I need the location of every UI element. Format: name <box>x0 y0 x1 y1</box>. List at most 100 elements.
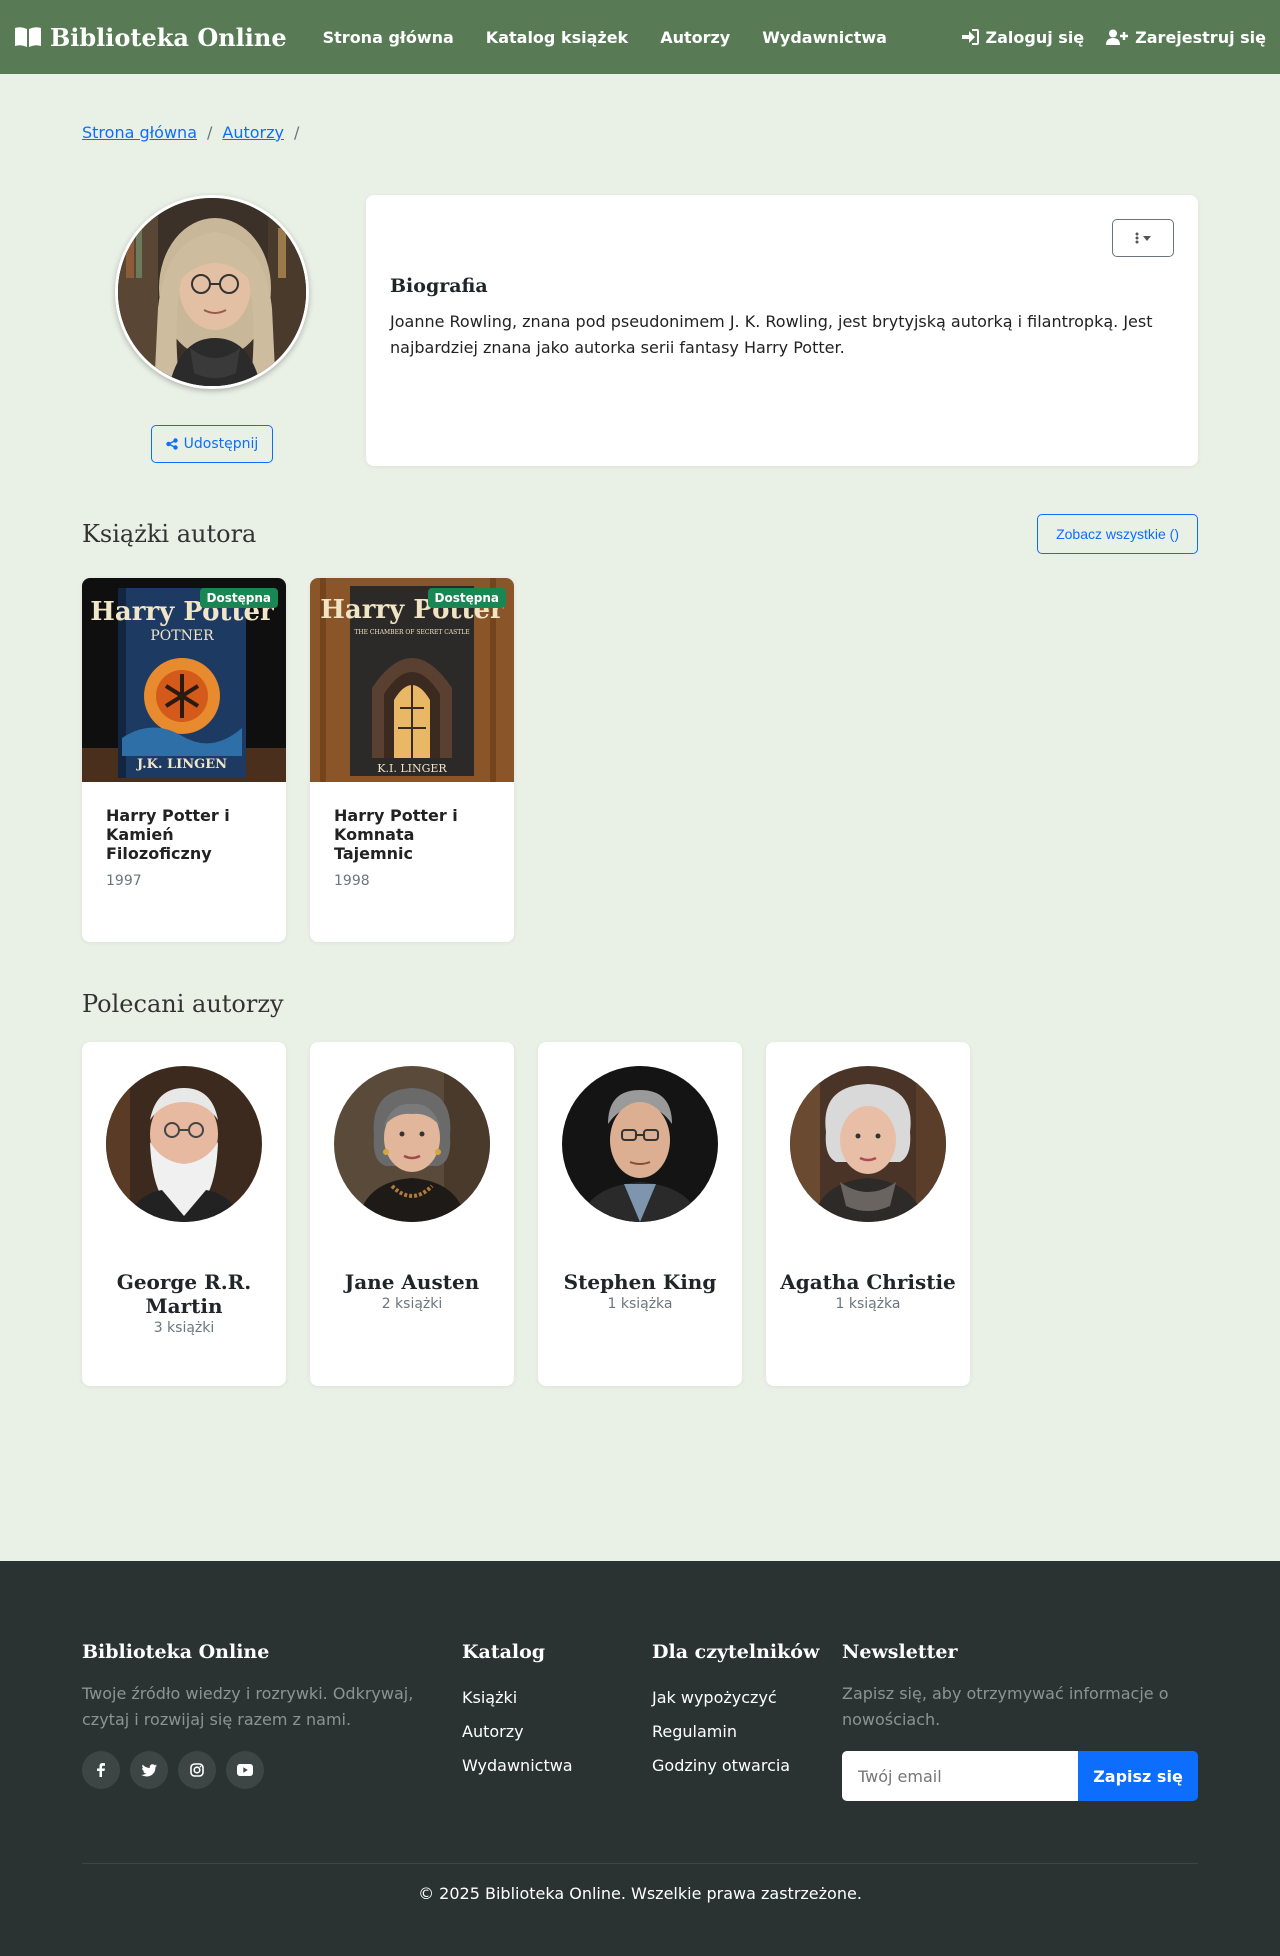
biography-text: Joanne Rowling, znana pod pseudonimem J.… <box>390 312 1153 357</box>
footer-link-opening-hours[interactable]: Godziny otwarcia <box>652 1749 842 1783</box>
nav-publishers[interactable]: Wydawnictwa <box>746 28 903 47</box>
book-year: 1998 <box>334 873 370 889</box>
footer-brand: Biblioteka Online <box>82 1641 270 1663</box>
book-open-icon <box>15 27 41 47</box>
nav-authors[interactable]: Autorzy <box>644 28 746 47</box>
author-name: Agatha Christie <box>780 1270 956 1294</box>
share-button[interactable]: Udostępnij <box>150 425 274 463</box>
newsletter-email-input[interactable] <box>842 1751 1078 1801</box>
author-sidebar: Udostępnij <box>82 195 342 466</box>
register-label: Zarejestruj się <box>1135 27 1266 47</box>
options-dropdown-button[interactable] <box>1112 219 1174 257</box>
twitter-link[interactable] <box>130 1751 168 1789</box>
authors-section-title: Polecani autorzy <box>82 990 284 1018</box>
share-label: Udostępnij <box>183 436 259 452</box>
book-year: 1997 <box>106 873 142 889</box>
footer-copyright: © 2025 Biblioteka Online. Wszelkie prawa… <box>82 1863 1198 1903</box>
brand-name: Biblioteka Online <box>50 22 287 52</box>
footer-about: Biblioteka Online Twoje źródło wiedzy i … <box>82 1641 462 1801</box>
nav-catalog[interactable]: Katalog książek <box>470 28 644 47</box>
authors-section-header: Polecani autorzy <box>82 990 1198 1018</box>
login-label: Zaloguj się <box>985 27 1085 47</box>
availability-badge: Dostępna <box>427 588 506 608</box>
author-card[interactable]: Jane Austen 2 książki <box>310 1042 514 1386</box>
cover-author: J.K. LINGEN <box>136 757 227 772</box>
biography-card: Biografia Joanne Rowling, znana pod pseu… <box>366 195 1198 466</box>
footer-link-how-to-borrow[interactable]: Jak wypożyczyć <box>652 1681 842 1715</box>
instagram-link[interactable] <box>178 1751 216 1789</box>
navbar: Biblioteka Online Strona główna Katalog … <box>0 0 1280 74</box>
author-card[interactable]: Agatha Christie 1 książka <box>766 1042 970 1386</box>
see-all-books-button[interactable]: Zobacz wszystkie () <box>1037 514 1198 554</box>
cover-subtitle: THE CHAMBER OF SECRET CASTLE <box>354 629 469 636</box>
youtube-link[interactable] <box>226 1751 264 1789</box>
main-content: Strona główna / Autorzy / Udostępnij Bio… <box>82 74 1198 1386</box>
author-book-count: 3 książki <box>153 1320 215 1336</box>
login-button[interactable]: Zaloguj się <box>961 27 1085 47</box>
footer-link-publishers[interactable]: Wydawnictwa <box>462 1749 652 1783</box>
footer-link-rules[interactable]: Regulamin <box>652 1715 842 1749</box>
newsletter-form: Zapisz się <box>842 1751 1198 1801</box>
register-button[interactable]: Zarejestruj się <box>1106 28 1266 47</box>
author-name: Stephen King <box>563 1270 717 1294</box>
nav-home[interactable]: Strona główna <box>307 28 470 47</box>
book-title: Harry Potter i Komnata Tajemnic <box>334 806 458 863</box>
biography-title: Biografia <box>390 275 488 297</box>
footer-newsletter-title: Newsletter <box>842 1641 958 1663</box>
footer: Biblioteka Online Twoje źródło wiedzy i … <box>0 1561 1280 1956</box>
footer-readers-title: Dla czytelników <box>652 1641 820 1663</box>
availability-badge: Dostępna <box>199 588 278 608</box>
facebook-icon <box>97 1763 105 1777</box>
youtube-icon <box>237 1764 253 1776</box>
breadcrumb-separator: / <box>293 123 300 142</box>
recommended-authors-list: George R.R. Martin 3 książki Jane Austen… <box>82 1042 1198 1386</box>
author-name: George R.R. Martin <box>116 1270 252 1318</box>
nav-links: Strona główna Katalog książek Autorzy Wy… <box>307 28 903 47</box>
book-title: Harry Potter i Kamień Filozoficzny <box>106 806 230 863</box>
author-header: Udostępnij Biografia Joanne Rowling, zna… <box>82 195 1198 466</box>
books-section-title: Książki autora <box>82 520 257 548</box>
sign-in-icon <box>961 29 979 45</box>
book-cover: Harry Potter POTNER J.K. LINGEN Dostępna <box>82 578 286 782</box>
author-book-count: 1 książka <box>835 1296 901 1312</box>
book-card[interactable]: Harry Potter POTNER J.K. LINGEN Dostępna… <box>82 578 286 942</box>
footer-catalog: Katalog Książki Autorzy Wydawnictwa <box>462 1641 652 1801</box>
book-list: Harry Potter POTNER J.K. LINGEN Dostępna… <box>82 578 1198 942</box>
author-card[interactable]: Stephen King 1 książka <box>538 1042 742 1386</box>
nav-auth: Zaloguj się Zarejestruj się <box>961 28 1266 47</box>
cover-author: K.I. LINGER <box>377 762 447 775</box>
brand-link[interactable]: Biblioteka Online <box>14 23 287 52</box>
facebook-link[interactable] <box>82 1751 120 1789</box>
breadcrumb-authors[interactable]: Autorzy <box>222 123 284 197</box>
breadcrumb: Strona główna / Autorzy / <box>82 74 1198 197</box>
author-book-count: 2 książki <box>381 1296 443 1312</box>
author-photo <box>115 195 309 389</box>
twitter-icon <box>141 1763 157 1777</box>
author-book-count: 1 książka <box>607 1296 673 1312</box>
books-section-header: Książki autora Zobacz wszystkie () <box>82 514 1198 554</box>
user-plus-icon <box>1106 29 1129 45</box>
author-card[interactable]: George R.R. Martin 3 książki <box>82 1042 286 1386</box>
author-name: Jane Austen <box>344 1270 480 1294</box>
footer-newsletter-text: Zapisz się, aby otrzymywać informacje o … <box>842 1684 1169 1729</box>
footer-readers: Dla czytelników Jak wypożyczyć Regulamin… <box>652 1641 842 1801</box>
breadcrumb-separator: / <box>207 123 213 142</box>
cover-subtitle: POTNER <box>150 628 214 644</box>
author-avatar <box>790 1066 946 1222</box>
caret-down-icon <box>1143 235 1151 241</box>
footer-link-authors[interactable]: Autorzy <box>462 1715 652 1749</box>
book-card[interactable]: Harry Potter THE CHAMBER OF SECRET CASTL… <box>310 578 514 942</box>
footer-newsletter: Newsletter Zapisz się, aby otrzymywać in… <box>842 1641 1198 1801</box>
newsletter-subscribe-button[interactable]: Zapisz się <box>1078 1751 1198 1801</box>
footer-link-books[interactable]: Książki <box>462 1681 652 1715</box>
footer-catalog-title: Katalog <box>462 1641 546 1663</box>
author-avatar <box>334 1066 490 1222</box>
book-cover: Harry Potter THE CHAMBER OF SECRET CASTL… <box>310 578 514 782</box>
author-avatar <box>106 1066 262 1222</box>
ellipsis-vertical-icon <box>1135 232 1139 244</box>
instagram-icon <box>190 1763 204 1777</box>
social-links <box>82 1751 438 1789</box>
footer-tagline: Twoje źródło wiedzy i rozrywki. Odkrywaj… <box>82 1684 414 1729</box>
breadcrumb-home[interactable]: Strona główna <box>82 123 197 197</box>
author-avatar <box>562 1066 718 1222</box>
